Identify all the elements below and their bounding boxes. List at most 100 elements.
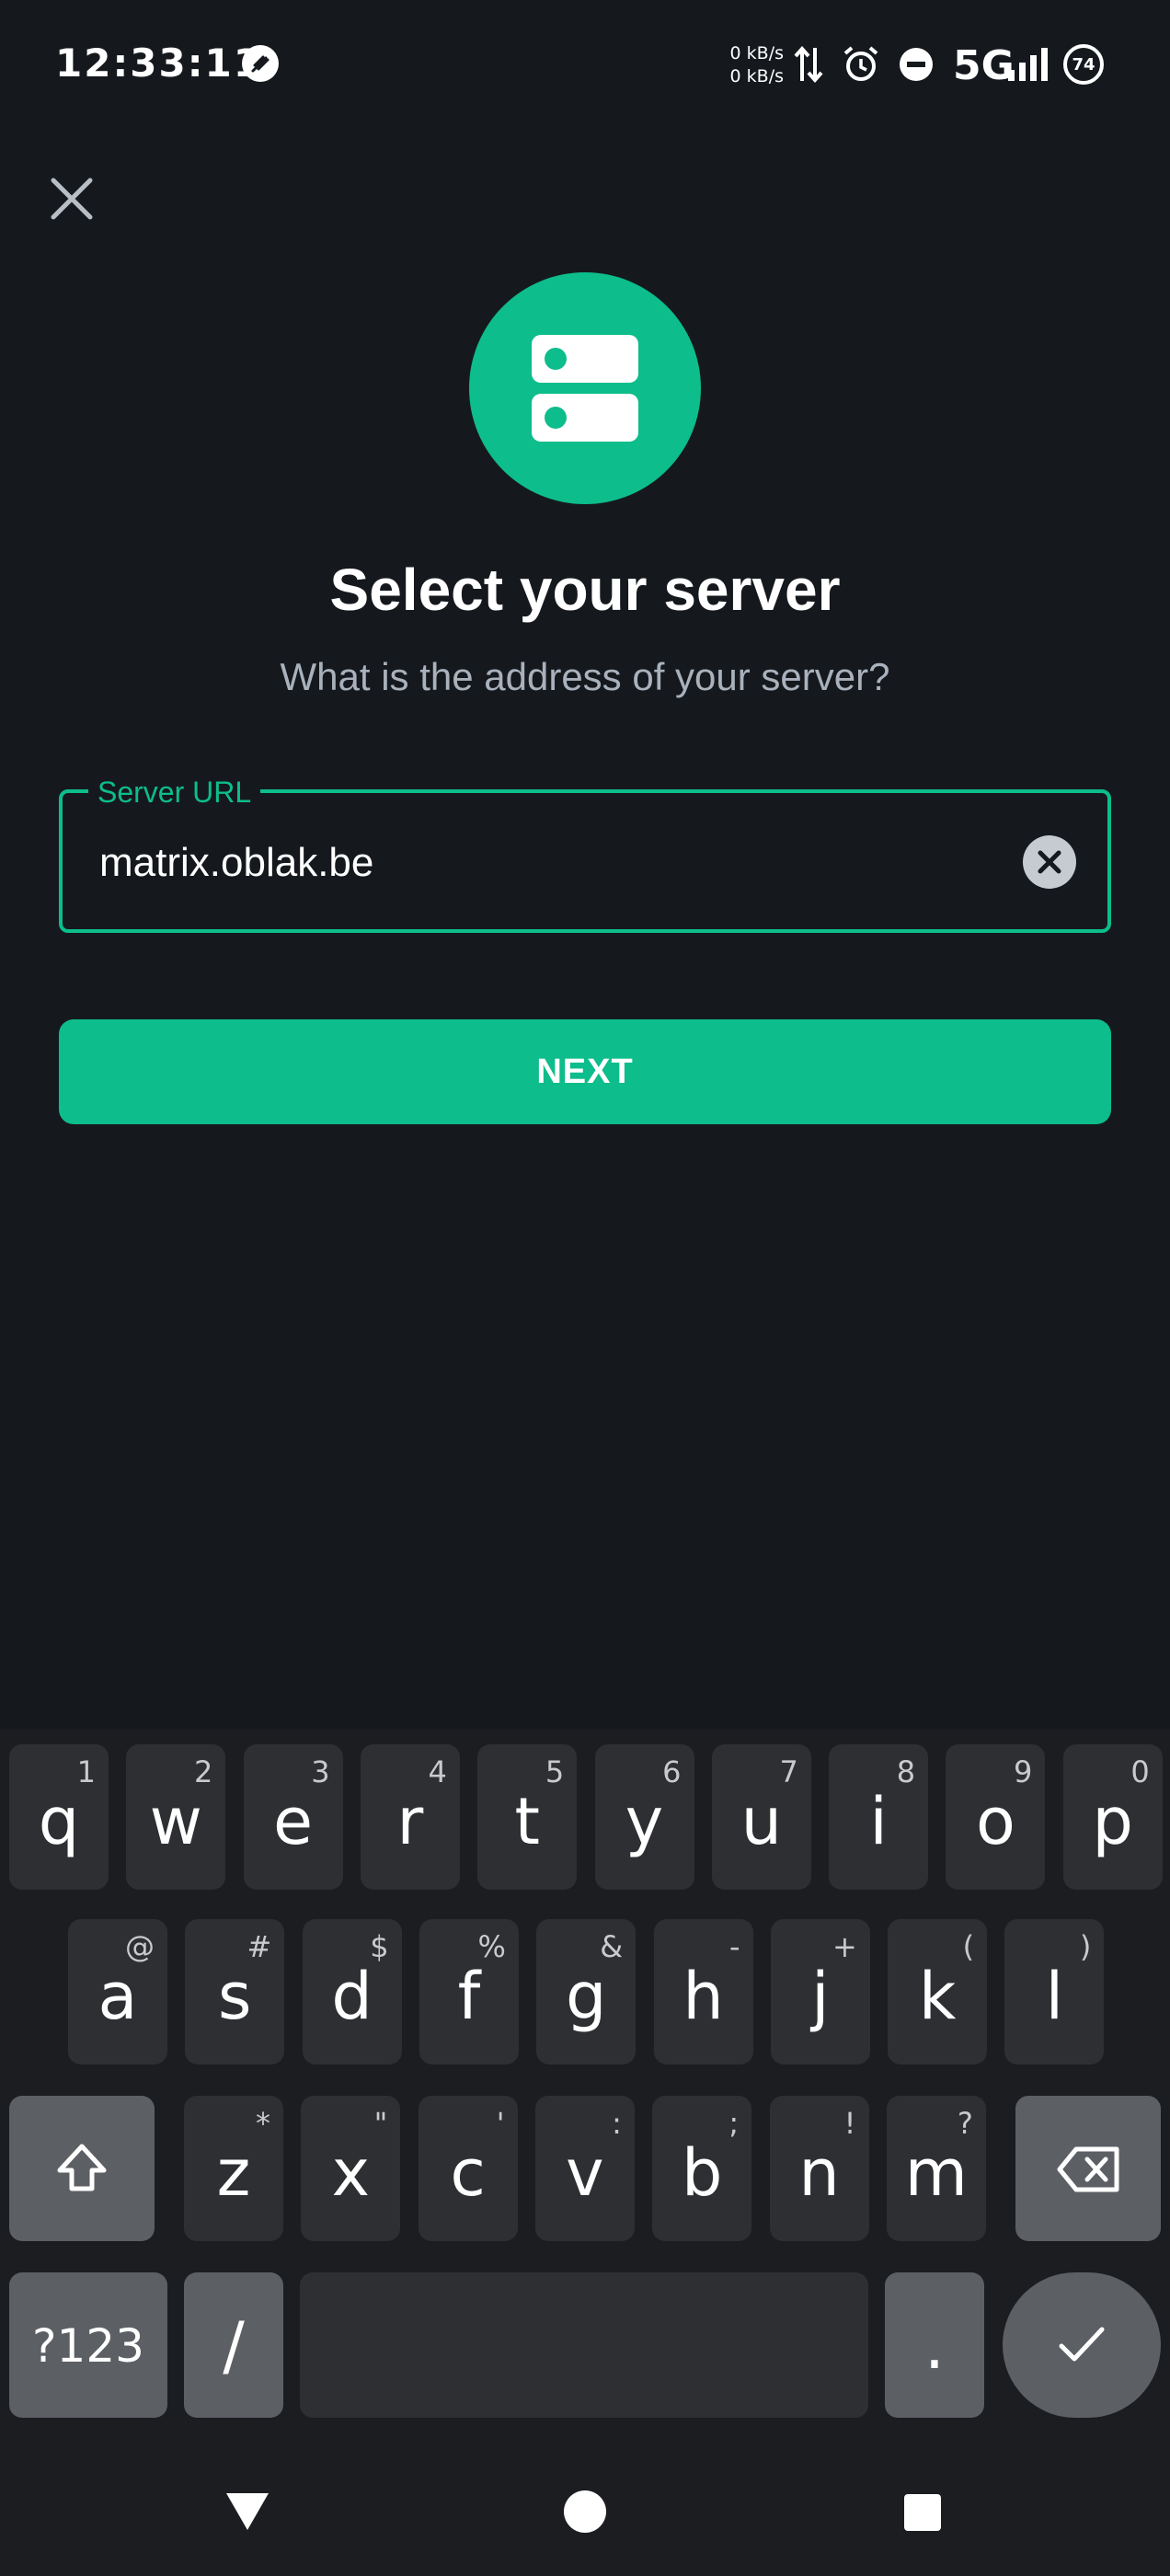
key-t[interactable]: 5t <box>477 1744 578 1890</box>
key-i[interactable]: 8i <box>829 1744 929 1890</box>
keyboard: 1q2w3e4r5t6y7u8i9o0p @ a # s $ d% f & g - h + j(k) l … <box>0 1730 1170 2438</box>
battery-level: 74 <box>1072 54 1095 75</box>
backspace-key[interactable] <box>1015 2096 1161 2241</box>
key-hint: ; <box>728 2106 740 2141</box>
key-k[interactable]: (k <box>888 1919 988 2064</box>
alarm-icon <box>843 46 878 81</box>
key-label: z <box>216 2135 251 2211</box>
battery-icon: 74 <box>1063 44 1104 85</box>
key-label: k <box>918 1959 957 2034</box>
page-subtitle: What is the address of your server? <box>280 655 890 698</box>
key-label: d <box>331 1959 373 2034</box>
key-label: x <box>331 2135 371 2211</box>
key-g[interactable]: & g <box>536 1919 637 2064</box>
key-hint: 5 <box>545 1754 565 1789</box>
shift-key[interactable] <box>9 2096 155 2241</box>
triangle-back-icon[interactable] <box>224 2490 270 2532</box>
key-label: a <box>98 1959 138 2034</box>
circle-home-icon[interactable] <box>563 2490 607 2534</box>
next-button[interactable]: NEXT <box>59 1019 1111 1124</box>
key-v[interactable]: :v <box>534 2096 635 2241</box>
key-hint: % <box>477 1929 506 1964</box>
speed-down: 0 kB/s <box>729 66 784 86</box>
key-y[interactable]: 6y <box>594 1744 694 1890</box>
key-e[interactable]: 3e <box>243 1744 343 1890</box>
period-key-label: . <box>923 2308 946 2384</box>
key-b[interactable]: ; b <box>652 2096 752 2241</box>
key-label: e <box>273 1784 314 1859</box>
key-label: o <box>975 1784 1015 1859</box>
key-q[interactable]: 1q <box>9 1744 109 1890</box>
key-hint: ) <box>1079 1929 1092 1964</box>
key-hint: ! <box>843 2106 856 2141</box>
key-m[interactable]: ? m <box>886 2096 986 2241</box>
key-c[interactable]: ' c <box>418 2096 518 2241</box>
key-label: t <box>514 1784 540 1859</box>
key-p[interactable]: 0p <box>1062 1744 1163 1890</box>
signal-icon <box>1008 48 1048 81</box>
key-w[interactable]: 2w <box>126 1744 226 1890</box>
key-label: s <box>218 1959 252 2034</box>
slash-key-label: / <box>223 2308 245 2384</box>
key-label: i <box>869 1784 888 1859</box>
key-label: q <box>38 1784 80 1859</box>
key-label: j <box>811 1959 830 2034</box>
close-icon[interactable] <box>42 169 101 228</box>
key-label: u <box>740 1784 782 1859</box>
key-label: p <box>1092 1784 1133 1859</box>
key-label: n <box>798 2135 840 2211</box>
key-j[interactable]: + j <box>770 1919 870 2064</box>
key-hint: $ <box>370 1929 389 1964</box>
speed-up: 0 kB/s <box>729 43 784 63</box>
space-key[interactable] <box>300 2272 868 2418</box>
key-label: l <box>1045 1959 1064 2034</box>
do-not-disturb-icon <box>900 48 933 81</box>
key-s[interactable]: # s <box>185 1919 285 2064</box>
period-key[interactable]: . <box>885 2272 984 2418</box>
key-l[interactable]: ) l <box>1004 1919 1105 2064</box>
key-hint: ( <box>962 1929 975 1964</box>
key-hint: + <box>832 1929 857 1964</box>
key-o[interactable]: 9o <box>946 1744 1046 1890</box>
key-hint: 0 <box>1130 1754 1150 1789</box>
network-type: 5G <box>953 42 1015 89</box>
key-hint: - <box>728 1929 740 1964</box>
key-label: c <box>450 2135 486 2211</box>
key-hint: 8 <box>896 1754 916 1789</box>
key-hint: 7 <box>779 1754 798 1789</box>
server-url-label: Server URL <box>88 775 261 810</box>
symbols-key-label: ?123 <box>32 2319 144 2373</box>
key-u[interactable]: 7u <box>711 1744 811 1890</box>
square-recents-icon[interactable] <box>903 2493 942 2532</box>
shift-icon <box>57 2144 107 2191</box>
key-label: w <box>149 1784 202 1859</box>
key-hint: 4 <box>428 1754 447 1789</box>
key-label: r <box>396 1784 424 1859</box>
notification-app-icon <box>242 45 279 82</box>
key-hint: 1 <box>76 1754 96 1789</box>
key-hint: 9 <box>1014 1754 1033 1789</box>
key-z[interactable]: * z <box>184 2096 283 2241</box>
key-n[interactable]: ! n <box>769 2096 869 2241</box>
status-bar: 12:33:11 0 kB/s 0 kB/s 5G 74 <box>0 0 1170 129</box>
backspace-icon <box>1057 2146 1119 2192</box>
network-speed: 0 kB/s 0 kB/s <box>719 42 784 88</box>
status-time: 12:33:11 <box>55 40 262 86</box>
key-h[interactable]: -h <box>653 1919 753 2064</box>
data-transfer-icon <box>794 45 823 84</box>
key-f[interactable]: % f <box>419 1919 519 2064</box>
key-label: b <box>681 2135 723 2211</box>
server-url-input[interactable] <box>99 835 982 891</box>
clear-circle-icon[interactable] <box>1023 835 1076 889</box>
symbols-key[interactable]: ?123 <box>9 2272 167 2418</box>
key-r[interactable]: 4r <box>360 1744 460 1890</box>
key-x[interactable]: " x <box>301 2096 401 2241</box>
checkmark-icon <box>1059 2327 1105 2362</box>
key-d[interactable]: $ d <box>302 1919 402 2064</box>
key-a[interactable]: @ a <box>68 1919 167 2064</box>
key-label: f <box>457 1959 481 2034</box>
key-label: y <box>625 1784 664 1859</box>
server-icon-badge <box>469 272 701 504</box>
slash-key[interactable]: / <box>184 2272 283 2418</box>
done-key[interactable] <box>1003 2272 1161 2418</box>
